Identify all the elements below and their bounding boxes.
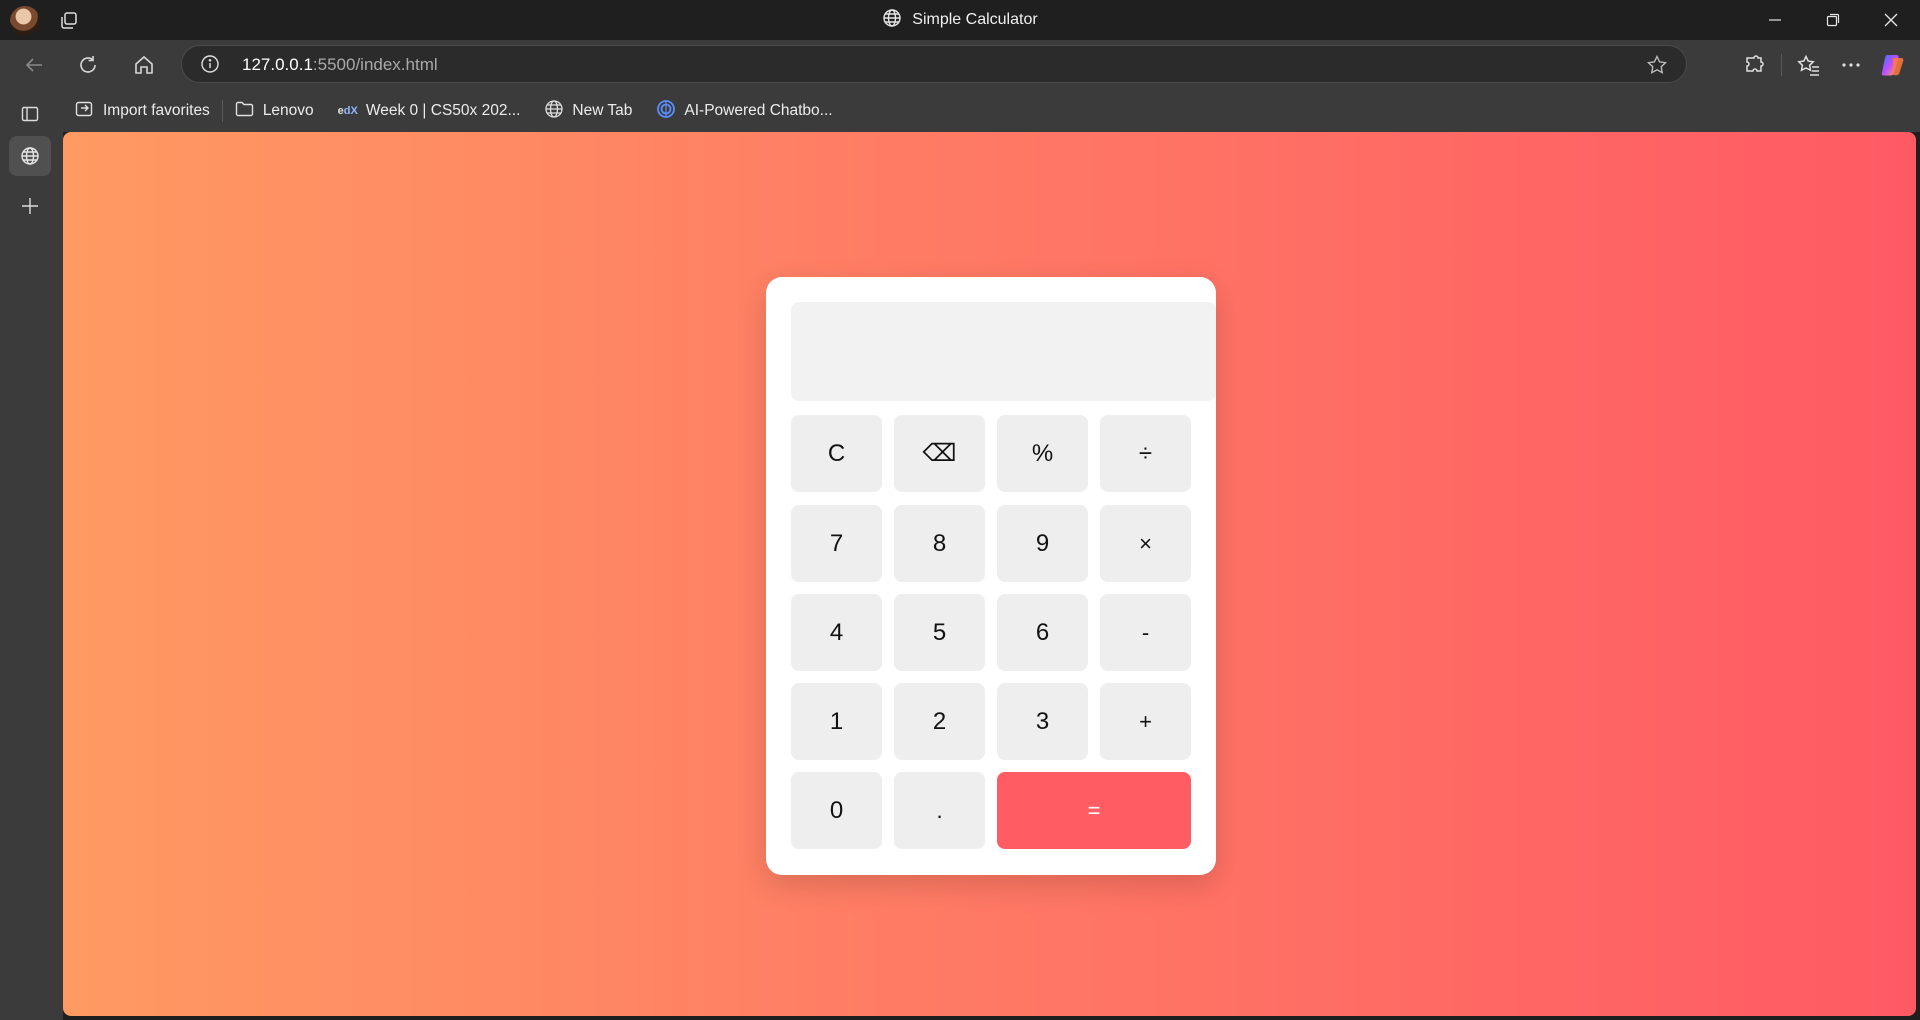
multiply-button[interactable]: × [1100, 505, 1191, 582]
digit-6-button[interactable]: 6 [997, 594, 1088, 671]
back-button[interactable] [18, 50, 50, 80]
favorite-star-icon[interactable] [1646, 54, 1668, 76]
site-info-icon[interactable] [200, 54, 220, 74]
copilot-icon[interactable] [1872, 45, 1914, 85]
calculator: C ⌫ % ÷ 7 8 9 × 4 5 6 - 1 2 3 + 0 . = [766, 277, 1216, 875]
profile-avatar[interactable] [10, 6, 40, 36]
page-viewport: C ⌫ % ÷ 7 8 9 × 4 5 6 - 1 2 3 + 0 . = [63, 132, 1916, 1016]
decimal-button[interactable]: . [894, 772, 985, 849]
navigation-bar: 127.0.0.1:5500/index.html [0, 40, 1920, 90]
favorite-lenovo[interactable]: Lenovo [223, 95, 326, 127]
favorite-label: Lenovo [262, 102, 314, 119]
favorite-label: AI-Powered Chatbo... [684, 102, 833, 119]
digit-5-button[interactable]: 5 [894, 594, 985, 671]
divide-button[interactable]: ÷ [1100, 415, 1191, 492]
calculator-display [791, 302, 1216, 401]
refresh-button[interactable] [72, 50, 104, 80]
address-bar[interactable]: 127.0.0.1:5500/index.html [181, 45, 1687, 83]
percent-button[interactable]: % [997, 415, 1088, 492]
equals-button[interactable]: = [997, 772, 1191, 849]
favorite-label: Import favorites [103, 102, 210, 119]
digit-3-button[interactable]: 3 [997, 683, 1088, 760]
backspace-button[interactable]: ⌫ [894, 415, 985, 492]
folder-icon [235, 100, 255, 123]
minimize-button[interactable] [1746, 0, 1804, 40]
digit-9-button[interactable]: 9 [997, 505, 1088, 582]
close-window-button[interactable] [1862, 0, 1920, 40]
favorite-label: Week 0 | CS50x 202... [365, 102, 521, 119]
title-bar: Simple Calculator [0, 0, 1920, 40]
chatbot-icon [656, 99, 676, 124]
window-title: Simple Calculator [912, 11, 1038, 28]
plus-button[interactable]: + [1100, 683, 1191, 760]
digit-7-button[interactable]: 7 [791, 505, 882, 582]
vertical-tabs-sidebar [0, 90, 63, 1020]
favorite-label: New Tab [572, 102, 633, 119]
clear-button[interactable]: C [791, 415, 882, 492]
url-text[interactable]: 127.0.0.1:5500/index.html [242, 55, 438, 75]
tab-simple-calculator[interactable] [9, 136, 51, 176]
minus-button[interactable]: - [1100, 594, 1191, 671]
favorite-week0-cs50x[interactable]: edX Week 0 | CS50x 202... [326, 95, 533, 127]
more-options-icon[interactable] [1830, 45, 1872, 85]
home-button[interactable] [128, 50, 160, 80]
digit-4-button[interactable]: 4 [791, 594, 882, 671]
digit-2-button[interactable]: 2 [894, 683, 985, 760]
import-icon [75, 100, 95, 123]
favorite-import-favorites[interactable]: Import favorites [63, 95, 222, 127]
digit-1-button[interactable]: 1 [791, 683, 882, 760]
favorites-icon[interactable] [1788, 45, 1830, 85]
tab-actions-icon[interactable] [9, 94, 51, 134]
new-tab-plus-icon[interactable] [9, 186, 51, 226]
extensions-icon[interactable] [1733, 45, 1775, 85]
globe-icon [544, 99, 564, 124]
digit-0-button[interactable]: 0 [791, 772, 882, 849]
favorites-bar: Import favorites Lenovo edX Week 0 | CS5… [63, 90, 1920, 132]
favorite-new-tab[interactable]: New Tab [532, 95, 644, 127]
restore-button[interactable] [1804, 0, 1862, 40]
digit-8-button[interactable]: 8 [894, 505, 985, 582]
url-path: :5500/index.html [312, 55, 438, 74]
favorite-ai-chatbot[interactable]: AI-Powered Chatbo... [644, 95, 844, 127]
edx-icon: edX [337, 105, 358, 117]
url-host: 127.0.0.1 [242, 55, 313, 74]
workspaces-icon[interactable] [58, 10, 80, 32]
globe-icon [882, 8, 902, 33]
